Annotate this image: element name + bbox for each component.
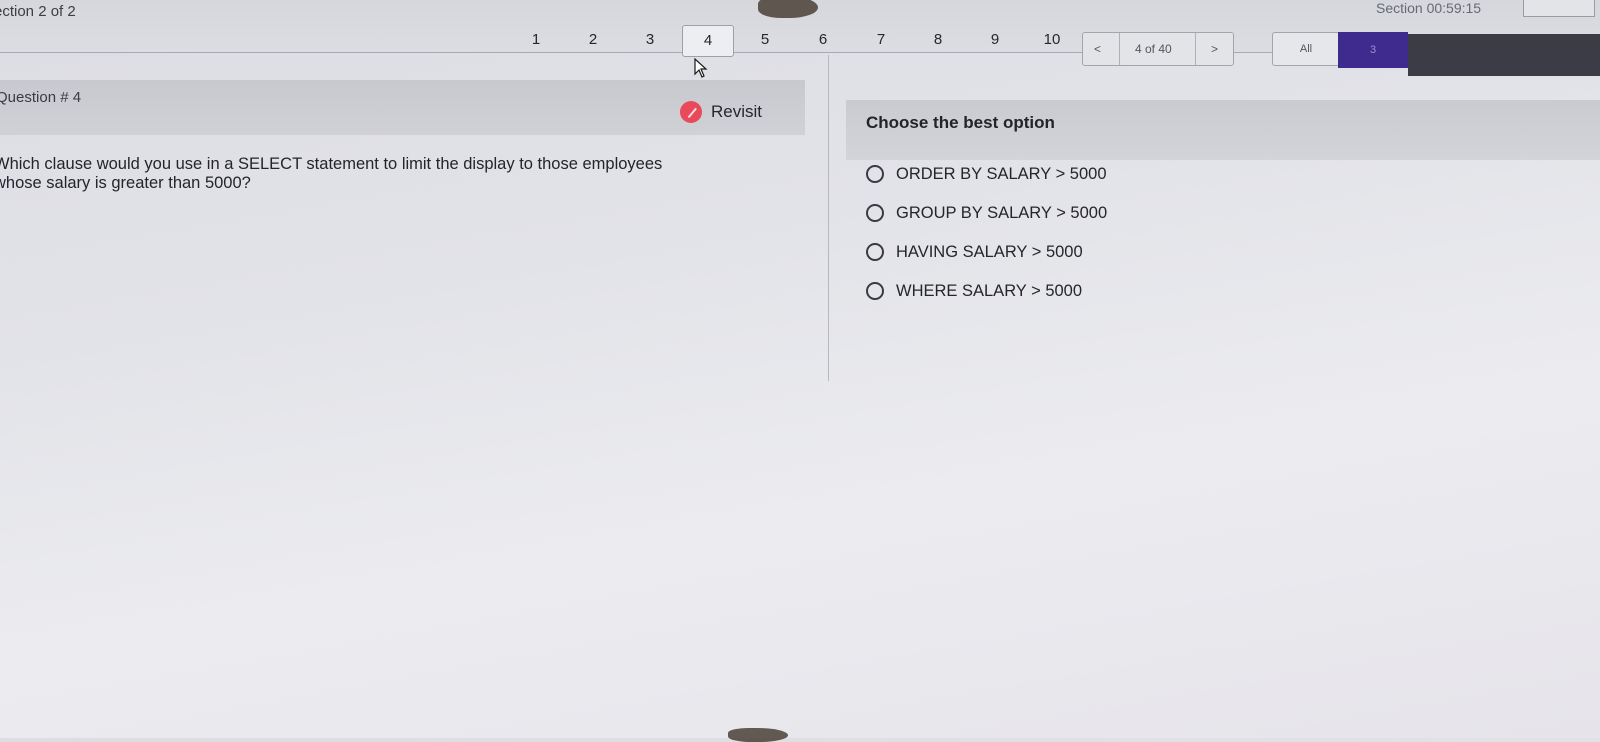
question-nav-4-current[interactable]: 4 [682,25,734,57]
prev-question-button[interactable]: < [1094,42,1101,56]
option-label: HAVING SALARY > 5000 [896,242,1083,261]
question-pager: < 4 of 40 > [1082,32,1234,66]
radio-button[interactable] [866,282,884,300]
question-nav-2[interactable]: 2 [578,31,608,48]
question-nav-5[interactable]: 5 [750,31,780,48]
edit-icon [680,101,702,123]
question-nav-3[interactable]: 3 [635,31,665,48]
screen-blemish [728,728,788,742]
timer-box [1523,0,1595,17]
option-label: WHERE SALARY > 5000 [896,281,1083,300]
section-timer: Section 00:59:15 [1376,0,1482,16]
pager-divider [1119,33,1120,65]
filter-all-button[interactable]: All [1272,32,1340,66]
question-nav-9[interactable]: 9 [980,31,1010,48]
question-nav-7[interactable]: 7 [866,31,896,48]
option-3[interactable]: HAVING SALARY > 5000 [866,241,1083,263]
radio-button[interactable] [866,243,884,261]
next-question-button[interactable]: > [1211,42,1218,56]
options-title: Choose the best option [866,113,1055,132]
option-1[interactable]: ORDER BY SALARY > 5000 [866,163,1107,185]
question-header: Question # 4 Revisit [0,80,805,135]
toolbar-dark-strip [1408,34,1600,76]
options-header: Choose the best option [846,100,1600,160]
option-label: ORDER BY SALARY > 5000 [896,164,1107,183]
option-4[interactable]: WHERE SALARY > 5000 [866,280,1082,302]
mouse-cursor-icon [694,58,708,78]
question-nav-10[interactable]: 10 [1037,31,1067,48]
question-text-line: Which clause would you use in a SELECT s… [0,155,663,173]
radio-button[interactable] [866,204,884,222]
question-position: 4 of 40 [1135,42,1172,56]
section-indicator: ection 2 of 2 [0,3,76,20]
option-2[interactable]: GROUP BY SALARY > 5000 [866,202,1107,224]
options-panel: Choose the best option ORDER BY SALARY >… [846,100,1600,420]
question-panel: Question # 4 Revisit Which clause would … [0,55,829,381]
question-text: Which clause would you use in a SELECT s… [0,155,784,193]
radio-button[interactable] [866,165,884,183]
count-badge-button[interactable]: 3 [1338,32,1408,68]
option-label: GROUP BY SALARY > 5000 [896,203,1108,222]
question-nav-8[interactable]: 8 [923,31,953,48]
question-nav-1[interactable]: 1 [521,31,551,48]
question-title: Question # 4 [0,89,82,106]
revisit-label: Revisit [711,102,763,121]
question-nav-6[interactable]: 6 [808,31,838,48]
revisit-button[interactable]: Revisit [680,97,762,127]
pager-divider [1195,33,1196,65]
question-text-line: whose salary is greater than 5000? [0,174,251,192]
